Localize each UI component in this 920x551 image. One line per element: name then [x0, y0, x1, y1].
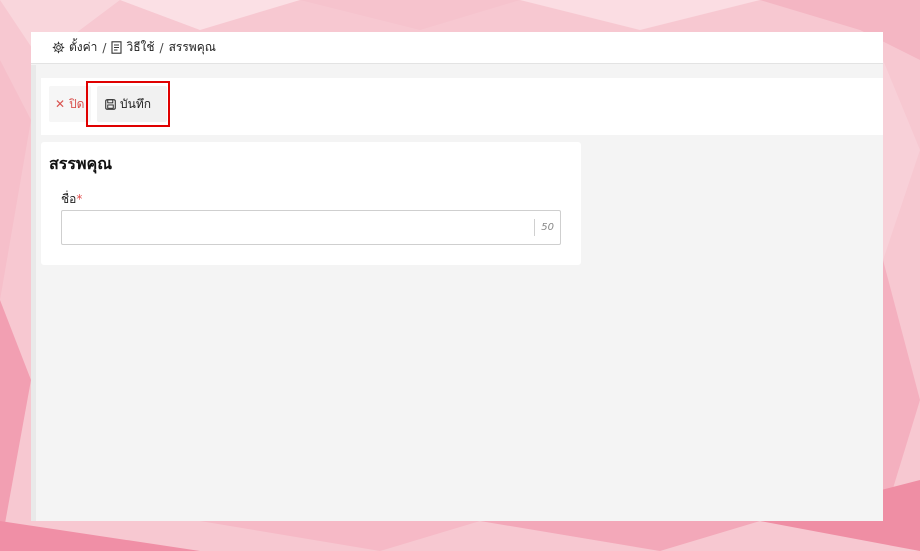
- breadcrumb-guide-label: วิธีใช้: [126, 40, 155, 54]
- breadcrumb-current-label: สรรพคุณ: [168, 40, 216, 54]
- save-button-label: บันทึก: [120, 96, 151, 111]
- close-button[interactable]: ✕ ปิด: [49, 86, 91, 122]
- form-title: สรรพคุณ: [49, 154, 113, 173]
- name-input[interactable]: [62, 211, 532, 244]
- document-icon: [111, 41, 123, 54]
- breadcrumb-current: สรรพคุณ: [169, 38, 216, 57]
- name-field: 50: [61, 210, 561, 245]
- breadcrumb-separator: /: [102, 40, 107, 55]
- close-icon: ✕: [55, 97, 66, 111]
- form-card: สรรพคุณ ชื่อ* 50: [41, 142, 581, 265]
- toolbar: ✕ ปิด บันทึก: [41, 78, 883, 135]
- max-length-counter: 50: [534, 219, 554, 236]
- save-button[interactable]: บันทึก: [97, 86, 167, 122]
- breadcrumb: ตั้งค่า / วิธีใช้ / สรรพคุณ: [31, 32, 883, 64]
- name-label-text: ชื่อ: [61, 192, 77, 206]
- breadcrumb-settings-label: ตั้งค่า: [69, 40, 98, 54]
- side-strip: [31, 65, 36, 521]
- close-button-label: ปิด: [69, 96, 85, 111]
- gear-icon: [52, 41, 65, 54]
- breadcrumb-separator: /: [159, 40, 164, 55]
- save-icon: [105, 98, 116, 110]
- name-field-label: ชื่อ*: [61, 190, 82, 209]
- app-window: ตั้งค่า / วิธีใช้ / สรรพคุณ ✕ ปิด บันทึก…: [31, 32, 883, 521]
- breadcrumb-settings[interactable]: ตั้งค่า: [52, 38, 97, 57]
- required-marker: *: [76, 192, 83, 206]
- breadcrumb-guide[interactable]: วิธีใช้: [111, 38, 155, 57]
